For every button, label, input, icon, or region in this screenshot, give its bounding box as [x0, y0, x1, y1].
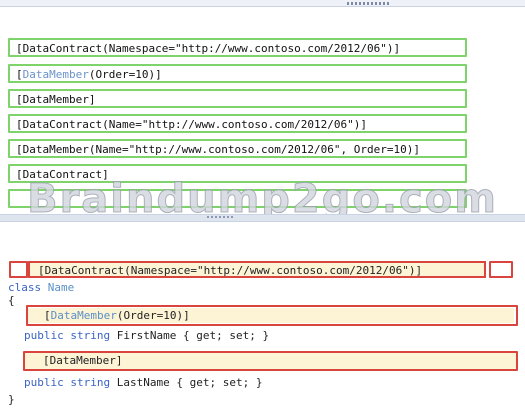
open-brace: { — [8, 294, 15, 307]
answer-slot-firstname[interactable]: [DataMember(Order=10)] — [28, 308, 514, 323]
firstname-property: public string FirstName { get; set; } — [24, 329, 270, 342]
divider-handle[interactable] — [207, 216, 235, 218]
drop-target-right[interactable] — [489, 261, 513, 278]
class-declaration: class Name — [8, 281, 75, 294]
option-datamember-name-order[interactable]: [DataMember(Name="http://www.contoso.com… — [8, 139, 467, 158]
close-brace: } — [8, 393, 15, 406]
drop-target-left[interactable] — [9, 261, 28, 278]
option-datamember[interactable]: [DataMember] — [8, 89, 467, 108]
option-datacontract-name[interactable]: [DataContract(Name="http://www.contoso.c… — [8, 114, 467, 133]
option-datamember-order[interactable]: [DataMember(Order=10)] — [8, 64, 467, 83]
pane-divider[interactable] — [0, 214, 525, 222]
top-toolbar — [0, 0, 525, 7]
lastname-property: public string LastName { get; set; } — [24, 376, 263, 389]
option-datacontract-namespace[interactable]: [DataContract(Namespace="http://www.cont… — [8, 38, 467, 57]
splitter-handle[interactable] — [347, 2, 391, 5]
answer-slot-lastname[interactable]: [DataMember] — [25, 353, 516, 369]
answer-slot-class-attribute[interactable]: [DataContract(Namespace="http://www.cont… — [28, 261, 486, 278]
